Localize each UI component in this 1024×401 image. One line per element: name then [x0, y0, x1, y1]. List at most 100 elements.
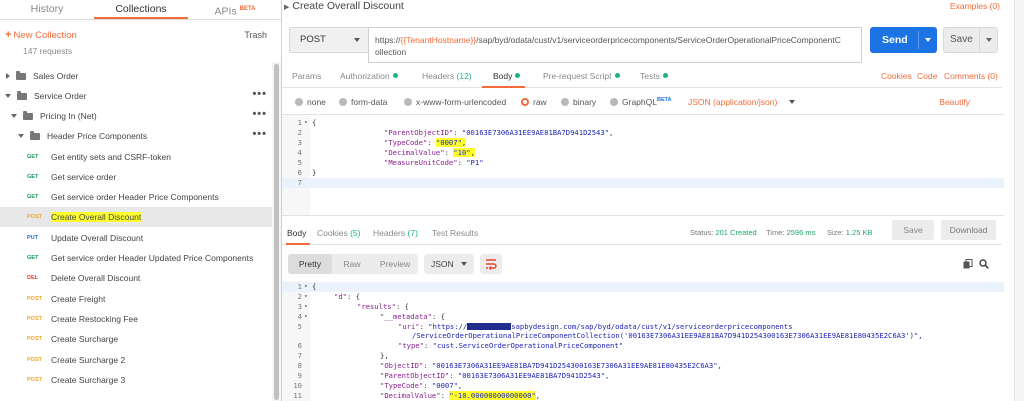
- status-dot: [614, 73, 620, 78]
- fold-arrow-icon[interactable]: ▾: [304, 282, 308, 292]
- response-tab-body[interactable]: Body: [287, 228, 306, 238]
- code-line: 9 "ParentObjectID": "00163E7306A31EE9AE81…: [297, 371, 610, 380]
- folder-service-order[interactable]: Service Order •••: [0, 86, 273, 106]
- request-title[interactable]: ▶ Create Overall Discount: [284, 0, 404, 12]
- radio-none[interactable]: none: [295, 97, 326, 107]
- chevron-down-icon: [5, 94, 11, 98]
- redacted-block: [467, 323, 512, 330]
- cookies-link[interactable]: Cookies: [881, 71, 912, 81]
- preview-button[interactable]: Preview: [372, 254, 418, 274]
- url-variable: {{TenantHostname}}: [400, 35, 477, 45]
- code-line: 3 "TypeCode": "0007",: [297, 138, 467, 147]
- tab-authorization[interactable]: Authorization: [340, 71, 398, 81]
- radio-binary[interactable]: binary: [561, 97, 596, 107]
- code-line: /ServiceOrderOperationalPriceComponentCo…: [412, 331, 923, 340]
- main-scrollbar[interactable]: [1014, 0, 1024, 401]
- request-item[interactable]: POST Create Freight: [0, 289, 273, 309]
- comments-link[interactable]: Comments (0): [944, 71, 998, 81]
- url-input[interactable]: https://{{TenantHostname}}/sap/byd/odata…: [368, 27, 862, 63]
- sidebar-tabs: History Collections APIs BETA: [0, 0, 282, 20]
- tab-headers[interactable]: Headers (12): [422, 71, 472, 81]
- tab-params[interactable]: Params: [292, 71, 321, 81]
- request-item[interactable]: POST Create Surcharge 2: [0, 350, 273, 370]
- response-tab-headers[interactable]: Headers (7): [373, 228, 418, 238]
- status-dot: [392, 73, 398, 78]
- wrap-lines-icon: [486, 259, 497, 270]
- beautify-link[interactable]: Beautify: [939, 97, 970, 107]
- code-line: 5 "MeasureUnitCode": "P1": [297, 158, 484, 167]
- code-line: 2 ▾ "d": {: [297, 292, 360, 302]
- sidebar-scrollbar[interactable]: [272, 62, 281, 401]
- tab-apis[interactable]: APIs BETA: [188, 0, 282, 19]
- response-tab-cookies[interactable]: Cookies (5): [317, 228, 360, 238]
- more-options-icon[interactable]: •••: [252, 109, 267, 120]
- request-item[interactable]: GET Get entity sets and CSRF-token: [0, 147, 273, 167]
- more-options-icon[interactable]: •••: [252, 129, 267, 140]
- radio-graphql[interactable]: GraphQLBETA: [610, 97, 672, 107]
- status-dot: [662, 73, 668, 78]
- method-select[interactable]: POST: [289, 27, 369, 53]
- fold-arrow-icon[interactable]: ▾: [304, 302, 308, 312]
- tab-history[interactable]: History: [0, 0, 94, 19]
- wrap-lines-button[interactable]: [480, 254, 502, 274]
- plus-icon: +: [5, 29, 12, 41]
- radio-icon: [295, 98, 303, 106]
- request-item[interactable]: GET Get service order Header Price Compo…: [0, 187, 273, 207]
- folder-header-price-components[interactable]: Header Price Components •••: [0, 126, 273, 146]
- search-icon[interactable]: [979, 259, 989, 269]
- request-item-selected[interactable]: POST Create Overall Discount: [0, 207, 273, 227]
- request-item[interactable]: DEL Delete Overall Discount: [0, 268, 273, 288]
- chevron-down-icon: [986, 38, 992, 42]
- method-badge: GET: [27, 255, 39, 261]
- chevron-down-icon: [789, 100, 796, 104]
- folder-pricing-in[interactable]: Pricing In (Net) •••: [0, 106, 273, 126]
- pretty-button[interactable]: Pretty: [288, 254, 332, 274]
- request-item[interactable]: PUT Update Overall Discount: [0, 228, 273, 248]
- response-body-viewer[interactable]: 1 ▾{ 2 ▾ "d": { 3 ▾ "results": { 4 ▾ "__metadat…: [282, 281, 1004, 401]
- response-tab-test-results[interactable]: Test Results: [432, 228, 478, 238]
- caret-right-icon: ▶: [284, 4, 290, 11]
- highlighted-value: "10": [453, 148, 471, 157]
- radio-urlencoded[interactable]: x-www-form-urlencoded: [404, 97, 506, 107]
- fold-arrow-icon[interactable]: ▾: [304, 118, 308, 128]
- trash-button[interactable]: Trash: [244, 30, 267, 40]
- response-toolbar: Pretty Raw Preview JSON: [282, 251, 1002, 277]
- request-item[interactable]: POST Create Surcharge: [0, 329, 273, 349]
- chevron-right-icon: [6, 73, 10, 79]
- sidebar: History Collections APIs BETA + New Colle…: [0, 0, 282, 401]
- format-select[interactable]: JSON: [424, 254, 474, 274]
- fold-arrow-icon[interactable]: ▾: [304, 292, 308, 302]
- content-type-select[interactable]: JSON (application/json): [688, 97, 796, 107]
- fold-arrow-icon[interactable]: ▾: [304, 312, 308, 322]
- send-button[interactable]: Send: [870, 27, 937, 53]
- code-line: 3 ▾ "results": {: [297, 302, 409, 312]
- folder-sales-order[interactable]: Sales Order: [0, 66, 273, 86]
- examples-dropdown[interactable]: Examples (0): [950, 1, 1000, 11]
- tab-pre-request-script[interactable]: Pre-request Script: [543, 71, 620, 81]
- request-item[interactable]: POST Create Surcharge 3: [0, 370, 273, 390]
- request-body-editor[interactable]: 1 ▾{ 2 "ParentObjectID": "00163E7306A31EE9…: [282, 114, 1004, 216]
- code-line: 11 "DecimalValue": "-10.00000000000000",: [293, 391, 541, 400]
- method-badge: PUT: [27, 235, 38, 241]
- tab-body[interactable]: Body: [493, 71, 521, 81]
- beta-badge: BETA: [656, 97, 672, 104]
- view-mode-group: Pretty Raw Preview: [288, 254, 418, 274]
- tab-tests[interactable]: Tests: [640, 71, 668, 81]
- code-link[interactable]: Code: [917, 71, 937, 81]
- copy-icon[interactable]: [963, 259, 973, 269]
- save-button[interactable]: Save: [943, 27, 998, 53]
- radio-form-data[interactable]: form-data: [339, 97, 387, 107]
- download-button[interactable]: Download: [941, 220, 996, 240]
- radio-raw[interactable]: raw: [521, 97, 547, 107]
- request-item[interactable]: GET Get service order: [0, 167, 273, 187]
- save-response-button[interactable]: Save: [892, 220, 934, 240]
- response-size: Size: 1.25 KB: [827, 228, 873, 237]
- new-collection-button[interactable]: + New Collection: [5, 29, 77, 41]
- more-options-icon[interactable]: •••: [252, 89, 267, 100]
- tab-collections[interactable]: Collections: [94, 0, 188, 19]
- method-badge: GET: [27, 154, 39, 160]
- scrollbar-thumb[interactable]: [274, 64, 279, 400]
- raw-button[interactable]: Raw: [332, 254, 372, 274]
- request-item[interactable]: POST Create Restocking Fee: [0, 309, 273, 329]
- request-item[interactable]: GET Get service order Header Updated Pri…: [0, 248, 273, 268]
